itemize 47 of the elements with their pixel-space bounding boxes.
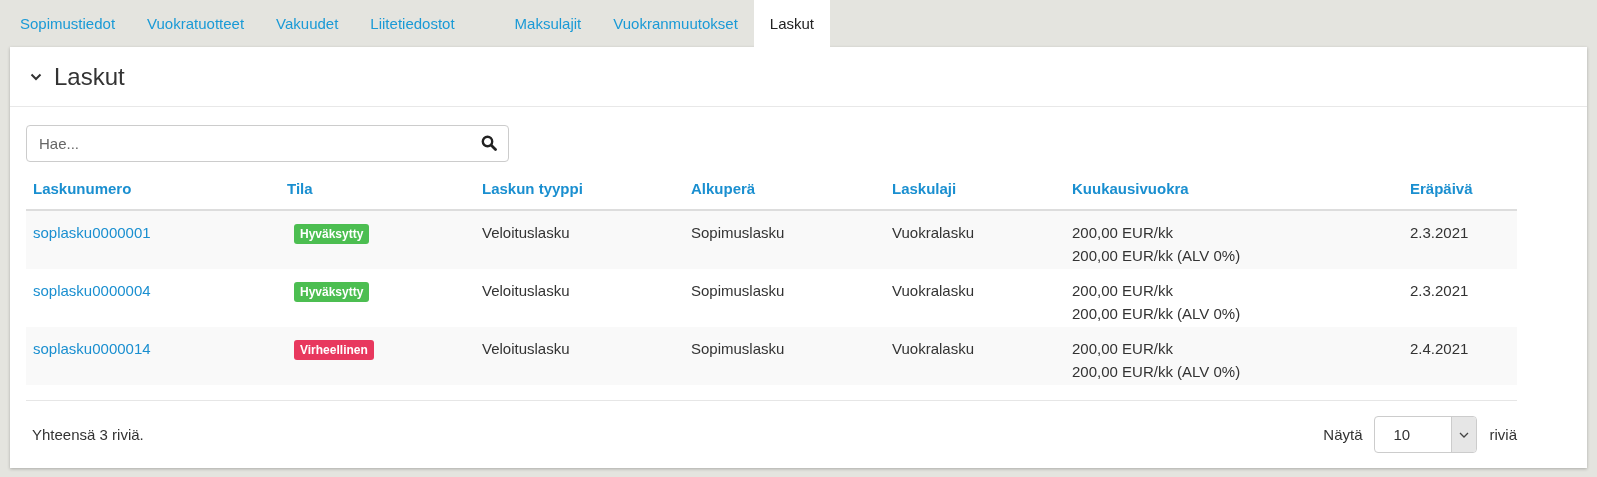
tab[interactable]: Maksulajit (498, 0, 598, 47)
table-cell-text: 2.3.2021 (1409, 281, 1470, 301)
table-cell-text: Vuokralasku (891, 223, 975, 243)
table-cell-text: 200,00 EUR/kk (1071, 339, 1174, 359)
table-cell-text: Sopimuslasku (690, 281, 786, 301)
table-cell-text: 2.3.2021 (1409, 223, 1470, 243)
chevron-icon[interactable] (30, 72, 42, 81)
column-header[interactable]: Laskunumero (26, 180, 280, 197)
table-cell-text: Sopimuslasku (690, 223, 786, 243)
status-badge: Virheellinen (294, 340, 374, 360)
column-header[interactable]: Eräpäivä (1403, 180, 1517, 197)
search-field[interactable]: Hae... (26, 125, 509, 162)
table-cell-text: 200,00 EUR/kk (ALV 0%) (1071, 362, 1242, 382)
table-cell-text: Veloituslasku (481, 339, 571, 359)
column-header[interactable]: Kuukausivuokra (1065, 180, 1403, 197)
invoice-link[interactable]: soplasku0000004 (26, 279, 151, 302)
caret-icon (1459, 431, 1470, 438)
status-badge: Hyväksytty (294, 224, 370, 244)
tab[interactable]: Liitetiedostot (354, 0, 471, 47)
invoice-link[interactable]: soplasku0000014 (26, 337, 151, 360)
table-cell-text: Veloituslasku (481, 281, 571, 301)
table-cell-text: 200,00 EUR/kk (ALV 0%) (1071, 246, 1242, 266)
table-cell-text: Sopimuslasku (690, 339, 786, 359)
panel-title: Laskut (54, 62, 125, 91)
page-size-select[interactable]: 10 (1374, 416, 1478, 453)
tab[interactable]: Sopimustiedot (4, 0, 132, 47)
tab[interactable]: Laskut (753, 0, 830, 47)
column-header[interactable]: Tila (280, 180, 475, 197)
invoice-link[interactable]: soplasku0000001 (26, 221, 151, 244)
table-cell-text: Vuokralasku (891, 281, 975, 301)
tab[interactable]: Vakuudet (260, 0, 355, 47)
table-cell-text: Vuokralasku (891, 339, 975, 359)
table-cell-text: 2.4.2021 (1409, 339, 1470, 359)
table-cell-text: 200,00 EUR/kk (ALV 0%) (1071, 304, 1242, 324)
status-badge: Hyväksytty (294, 282, 370, 302)
column-header[interactable]: Alkuperä (684, 180, 885, 197)
table-cell-text: 200,00 EUR/kk (1071, 223, 1174, 243)
tab[interactable]: Vuokratuotteet (131, 0, 261, 47)
column-header[interactable]: Laskun tyyppi (475, 180, 684, 197)
search-icon[interactable] (481, 135, 497, 151)
show-label: Näytä (1323, 426, 1363, 443)
column-header[interactable]: Laskulaji (885, 180, 1065, 197)
tab[interactable]: Vuokranmuutokset (597, 0, 754, 47)
table-cell-text: 200,00 EUR/kk (1071, 281, 1174, 301)
table-cell-text: Veloituslasku (481, 223, 571, 243)
row-count: Yhteensä 3 riviä. (32, 426, 145, 443)
rows-label: riviä (1489, 426, 1517, 443)
